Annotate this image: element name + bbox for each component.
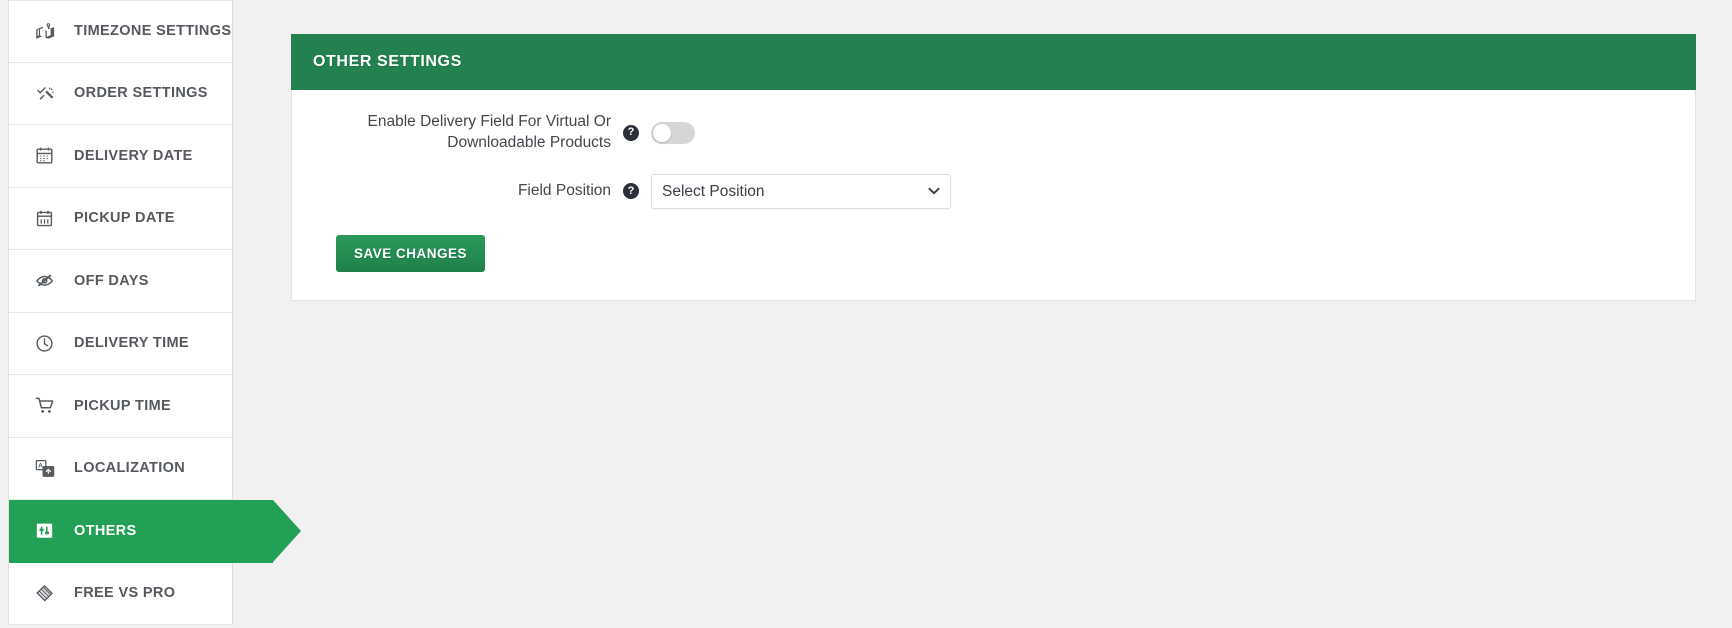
sidebar-item-label: DELIVERY DATE (74, 147, 193, 164)
settings-page: TIMEZONE SETTINGS ORDER SETTINGS DELIVER… (0, 0, 1732, 628)
sidebar-item-off-days[interactable]: OFF DAYS (9, 250, 232, 313)
sidebar-item-delivery-date[interactable]: DELIVERY DATE (9, 125, 232, 188)
eye-slash-icon (35, 270, 61, 292)
sidebar-item-timezone-settings[interactable]: TIMEZONE SETTINGS (9, 0, 232, 63)
enable-delivery-virtual-toggle[interactable] (651, 121, 695, 144)
sidebar-item-free-vs-pro[interactable]: FREE VS PRO (9, 562, 232, 625)
field-position-row: Field Position ? Select Position (314, 173, 1673, 209)
help-icon[interactable]: ? (623, 183, 639, 200)
form-actions: SAVE CHANGES (314, 234, 1673, 272)
sliders-icon (35, 520, 61, 542)
sidebar-item-delivery-time[interactable]: DELIVERY TIME (9, 312, 232, 375)
diamond-compare-icon (35, 582, 61, 604)
settings-form: Enable Delivery Field For Virtual Or Dow… (292, 90, 1695, 300)
sidebar-item-order-settings[interactable]: ORDER SETTINGS (9, 62, 232, 125)
sidebar-item-pickup-time[interactable]: PICKUP TIME (9, 375, 232, 438)
map-flag-icon (35, 20, 61, 42)
sidebar-item-label: PICKUP TIME (74, 397, 172, 414)
language-translate-icon: A (35, 457, 61, 479)
sidebar-item-others[interactable]: OTHERS (9, 500, 301, 563)
shopping-cart-icon (35, 395, 61, 417)
svg-text:A: A (38, 462, 43, 469)
sidebar-item-label: ORDER SETTINGS (74, 85, 208, 102)
sidebar-item-label: OFF DAYS (74, 272, 149, 289)
panel-content: Enable Delivery Field For Virtual Or Dow… (291, 90, 1696, 301)
calendar-icon (35, 145, 61, 167)
panel-header: OTHER SETTINGS (291, 34, 1696, 90)
sidebar-item-label: TIMEZONE SETTINGS (74, 23, 232, 40)
sidebar-item-label: PICKUP DATE (74, 210, 175, 227)
other-settings-panel: OTHER SETTINGS Enable Delivery Field For… (291, 34, 1696, 301)
sidebar-item-label: DELIVERY TIME (74, 335, 189, 352)
calendar-pickup-icon (35, 207, 61, 229)
panel-title: OTHER SETTINGS (313, 53, 462, 70)
help-icon[interactable]: ? (623, 124, 639, 141)
field-position-select[interactable]: Select Position (651, 173, 951, 209)
sidebar-item-label: LOCALIZATION (74, 460, 186, 477)
enable-delivery-virtual-label: Enable Delivery Field For Virtual Or Dow… (367, 113, 612, 151)
sidebar-item-label: OTHERS (74, 522, 137, 539)
toggle-knob (653, 123, 671, 142)
settings-sidebar: TIMEZONE SETTINGS ORDER SETTINGS DELIVER… (8, 0, 301, 625)
sidebar-item-label: FREE VS PRO (74, 585, 176, 602)
sidebar-item-localization[interactable]: A LOCALIZATION (9, 437, 232, 500)
field-position-select-wrap: Select Position (651, 173, 951, 209)
order-check-icon (35, 82, 61, 104)
save-changes-button[interactable]: SAVE CHANGES (336, 234, 486, 272)
enable-delivery-virtual-row: Enable Delivery Field For Virtual Or Dow… (314, 112, 1673, 154)
field-position-label: Field Position (517, 181, 611, 199)
clock-icon (35, 332, 61, 354)
sidebar-item-pickup-date[interactable]: PICKUP DATE (9, 187, 232, 250)
